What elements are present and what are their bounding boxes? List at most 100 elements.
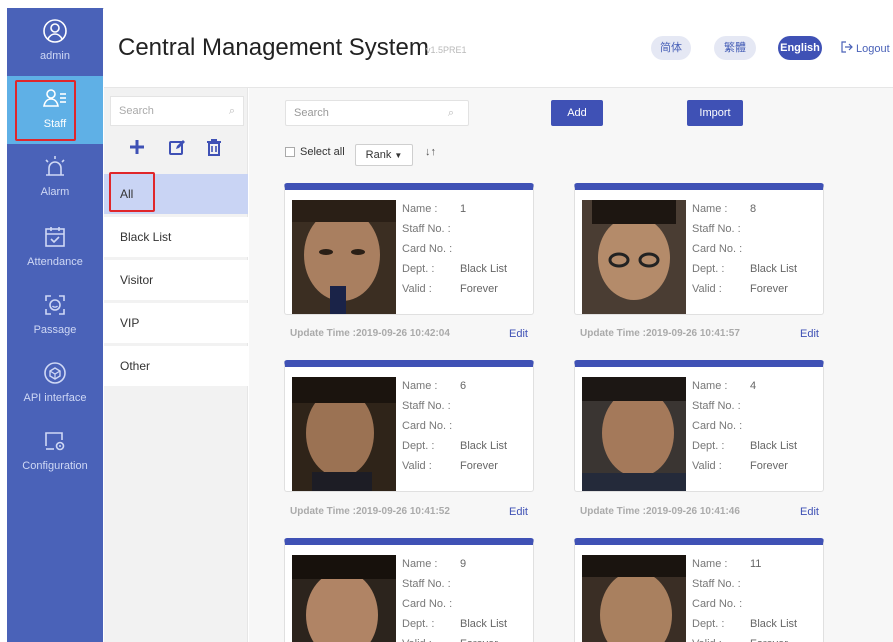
dept-label: Dept. :: [402, 440, 435, 452]
category-item-other[interactable]: Other: [104, 346, 248, 386]
nav-label: Attendance: [27, 256, 83, 268]
face-photo: [292, 200, 396, 314]
search-icon: ⌕: [228, 105, 235, 117]
face-photo: [582, 377, 686, 491]
update-prefix: Update Time :: [580, 328, 646, 339]
staff-no-label: Staff No. :: [402, 400, 451, 412]
face-photo: [292, 377, 396, 491]
dept-label: Dept. :: [402, 618, 435, 630]
card-no-label: Card No. :: [402, 420, 453, 432]
category-item-visitor[interactable]: Visitor: [104, 260, 248, 300]
dept-value: Black List: [750, 263, 798, 275]
nav-item-attendance[interactable]: Attendance: [7, 214, 103, 282]
nav-item-admin[interactable]: admin: [7, 8, 103, 76]
dept-label: Dept. :: [692, 440, 725, 452]
nav-label: API interface: [23, 392, 87, 404]
staff-card[interactable]: Name : 6 Staff No. : Card No. : Dept. : Bl…: [284, 360, 534, 492]
name-label: Name :: [692, 380, 728, 392]
update-prefix: Update Time :: [290, 328, 356, 339]
settings-icon: [7, 428, 103, 454]
card-no-label: Card No. :: [692, 243, 743, 255]
staff-search-placeholder: Search: [294, 107, 329, 119]
lang-english-button[interactable]: English: [778, 36, 822, 60]
update-time: Update Time :2019-09-26 10:42:04: [290, 328, 450, 339]
staff-no-label: Staff No. :: [402, 223, 451, 235]
caret-down-icon: ▼: [394, 151, 403, 160]
name-label: Name :: [402, 203, 438, 215]
category-toolbar: [104, 136, 248, 164]
dept-value: Black List: [460, 440, 508, 452]
logout-icon: [841, 41, 853, 56]
staff-card[interactable]: Name : 11 Staff No. : Card No. : Dept. : B…: [574, 538, 824, 642]
highlight-box-staff: [15, 80, 76, 141]
dept-label: Dept. :: [692, 263, 725, 275]
staff-no-label: Staff No. :: [692, 223, 741, 235]
name-label: Name :: [692, 203, 728, 215]
valid-value: Forever: [460, 460, 498, 472]
import-button[interactable]: Import: [687, 100, 743, 126]
lang-simplified-button[interactable]: 简体: [651, 36, 691, 60]
add-button[interactable]: Add: [551, 100, 603, 126]
face-photo: [292, 555, 396, 642]
staff-info: Name : 11 Staff No. : Card No. : Dept. : B…: [692, 554, 797, 642]
staff-card[interactable]: Name : 8 Staff No. : Card No. : Dept. : Bl…: [574, 183, 824, 315]
delete-category-icon[interactable]: [205, 138, 223, 161]
nav-label: admin: [40, 50, 70, 62]
update-value: 2019-09-26 10:41:57: [645, 328, 740, 339]
staff-no-label: Staff No. :: [692, 578, 741, 590]
select-all-checkbox[interactable]: Select all: [285, 146, 345, 158]
card-no-label: Card No. :: [402, 243, 453, 255]
category-search-placeholder: Search: [119, 105, 154, 117]
user-circle-icon: [7, 18, 103, 44]
dept-value: Black List: [460, 263, 508, 275]
nav-item-api-interface[interactable]: API interface: [7, 350, 103, 418]
category-item-black-list[interactable]: Black List: [104, 217, 248, 257]
staff-search-input[interactable]: Search ⌕: [285, 100, 469, 126]
staff-card[interactable]: Name : 9 Staff No. : Card No. : Dept. : Bl…: [284, 538, 534, 642]
edit-category-icon[interactable]: [168, 138, 186, 161]
face-photo: [582, 555, 686, 642]
staff-info: Name : 9 Staff No. : Card No. : Dept. : Bl…: [402, 554, 507, 642]
edit-link[interactable]: Edit: [509, 506, 528, 518]
card-no-label: Card No. :: [692, 420, 743, 432]
checkbox-box: [285, 147, 295, 157]
category-search-input[interactable]: Search ⌕: [110, 96, 244, 126]
sort-order-icon[interactable]: ↓↑: [425, 146, 436, 158]
update-time: Update Time :2019-09-26 10:41:52: [290, 506, 450, 517]
staff-info: Name : 1 Staff No. : Card No. : Dept. : Bl…: [402, 199, 507, 299]
update-prefix: Update Time :: [580, 506, 646, 517]
card-no-label: Card No. :: [402, 598, 453, 610]
add-category-icon[interactable]: [128, 138, 146, 161]
staff-info: Name : 6 Staff No. : Card No. : Dept. : Bl…: [402, 376, 507, 476]
version-label: v1.5PRE1: [426, 45, 467, 55]
staff-card[interactable]: Name : 1 Staff No. : Card No. : Dept. : Bl…: [284, 183, 534, 315]
update-value: 2019-09-26 10:41:46: [645, 506, 740, 517]
valid-label: Valid :: [402, 460, 432, 472]
category-item-vip[interactable]: VIP: [104, 303, 248, 343]
rank-dropdown[interactable]: Rank ▼: [355, 144, 413, 166]
update-prefix: Update Time :: [290, 506, 356, 517]
name-value: 1: [460, 203, 467, 215]
valid-label: Valid :: [692, 634, 750, 642]
nav-item-passage[interactable]: Passage: [7, 282, 103, 350]
nav-item-configuration[interactable]: Configuration: [7, 418, 103, 486]
valid-label: Valid :: [692, 283, 722, 295]
staff-card[interactable]: Name : 4 Staff No. : Card No. : Dept. : Bl…: [574, 360, 824, 492]
edit-link[interactable]: Edit: [800, 328, 819, 340]
staff-no-label: Staff No. :: [402, 578, 451, 590]
name-value: 6: [460, 380, 467, 392]
name-value: 4: [750, 380, 757, 392]
calendar-check-icon: [7, 224, 103, 250]
staff-info: Name : 4 Staff No. : Card No. : Dept. : Bl…: [692, 376, 797, 476]
lang-traditional-button[interactable]: 繁體: [714, 36, 756, 60]
logout-button[interactable]: Logout: [841, 41, 890, 56]
edit-link[interactable]: Edit: [800, 506, 819, 518]
nav-label: Configuration: [22, 460, 88, 472]
valid-value: Forever: [750, 283, 788, 295]
valid-value: Forever: [750, 634, 788, 642]
edit-link[interactable]: Edit: [509, 328, 528, 340]
valid-value: Forever: [460, 634, 498, 642]
staff-main: Search ⌕ Add Import Select all Rank ▼ ↓↑…: [249, 88, 893, 642]
dept-value: Black List: [460, 618, 508, 630]
nav-item-alarm[interactable]: Alarm: [7, 144, 103, 212]
